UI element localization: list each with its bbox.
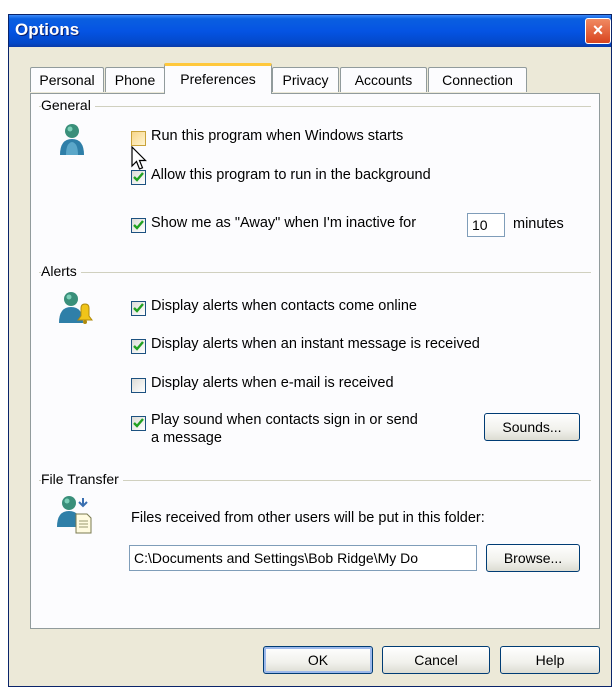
tab-preferences[interactable]: Preferences	[164, 63, 272, 94]
email-alert-checkbox[interactable]	[131, 378, 146, 393]
ok-button[interactable]: OK	[263, 646, 373, 674]
email-alert-label: Display alerts when e-mail is received	[151, 375, 394, 391]
away-minutes-input[interactable]: 10	[467, 213, 505, 237]
play-sound-checkbox[interactable]	[131, 416, 146, 431]
allow-background-label: Allow this program to run in the backgro…	[151, 167, 431, 183]
sounds-button[interactable]: Sounds...	[484, 413, 580, 441]
browse-button[interactable]: Browse...	[486, 544, 580, 572]
run-on-startup-label: Run this program when Windows starts	[151, 128, 404, 144]
run-on-startup-checkbox[interactable]	[131, 131, 146, 146]
file-transfer-description: Files received from other users will be …	[131, 510, 485, 526]
alerts-divider	[39, 272, 591, 273]
general-divider	[39, 106, 591, 107]
instant-message-checkbox[interactable]	[131, 339, 146, 354]
play-sound-label-line1: Play sound when contacts sign in or send	[151, 412, 418, 428]
tab-accounts[interactable]: Accounts	[340, 67, 427, 92]
alerts-section-label: Alerts	[41, 263, 81, 279]
cancel-button[interactable]: Cancel	[382, 646, 490, 674]
minutes-label: minutes	[513, 216, 564, 232]
user-alert-icon	[57, 290, 93, 331]
mouse-pointer-icon	[131, 145, 149, 177]
tab-phone[interactable]: Phone	[105, 67, 165, 92]
instant-message-label: Display alerts when an instant message i…	[151, 336, 480, 352]
general-section-label: General	[41, 97, 95, 113]
tab-connection[interactable]: Connection	[428, 67, 527, 92]
contacts-online-checkbox[interactable]	[131, 301, 146, 316]
window-title: Options	[15, 20, 80, 39]
away-checkbox[interactable]	[131, 218, 146, 233]
file-transfer-icon	[57, 494, 93, 539]
file-transfer-path-input[interactable]: C:\Documents and Settings\Bob Ridge\My D…	[129, 545, 477, 571]
tab-privacy[interactable]: Privacy	[272, 67, 339, 92]
away-label: Show me as "Away" when I'm inactive for	[151, 215, 417, 231]
tab-personal[interactable]: Personal	[30, 67, 104, 92]
options-dialog: Options × Personal Phone Preferences Pri…	[8, 14, 612, 687]
contacts-online-label: Display alerts when contacts come online	[151, 298, 417, 314]
file-transfer-section-label: File Transfer	[41, 471, 123, 487]
help-button[interactable]: Help	[500, 646, 600, 674]
title-bar[interactable]: Options ×	[9, 15, 611, 47]
preferences-panel: General Run this program when Windows st…	[30, 93, 600, 629]
user-icon	[57, 122, 87, 161]
close-button[interactable]: ×	[585, 18, 611, 44]
play-sound-label-line2: a message	[151, 430, 222, 446]
